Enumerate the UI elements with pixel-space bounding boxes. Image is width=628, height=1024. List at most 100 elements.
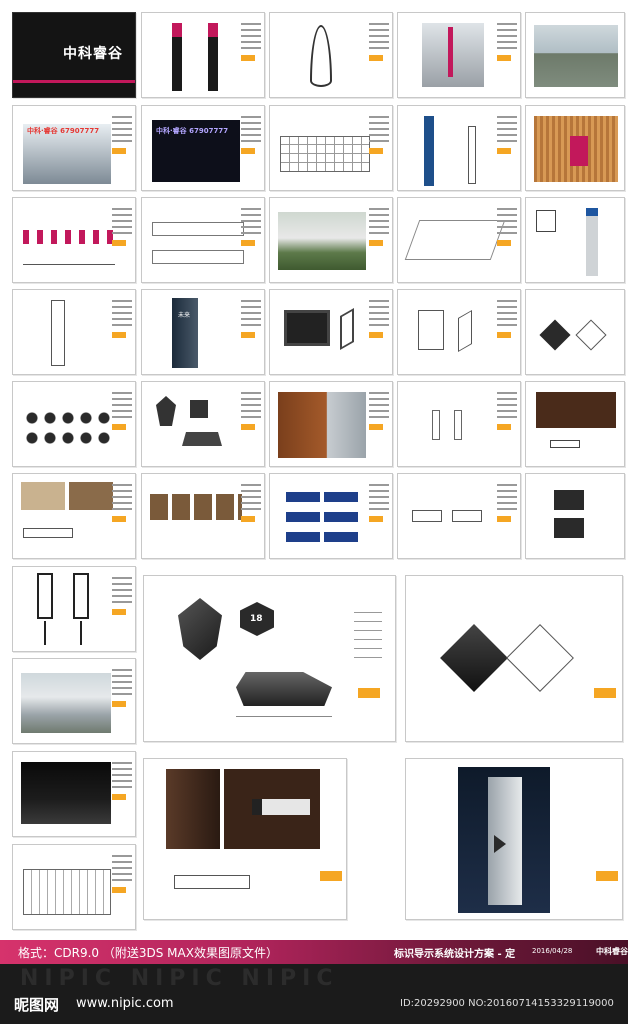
cover-thumbnail[interactable]: 中科睿谷 — [12, 12, 136, 98]
parking-sign-drawing — [536, 210, 556, 232]
spec-sidebar — [369, 208, 389, 272]
spec-sidebar — [369, 116, 389, 180]
spec-sidebar — [369, 484, 389, 548]
dark-plate-2 — [554, 518, 584, 538]
page-thumbnail-pylon-drawing[interactable] — [12, 289, 136, 375]
page-thumbnail-landscape-drawing[interactable] — [397, 197, 521, 283]
plate-set — [150, 494, 242, 520]
page-thumbnail-blue-pylon[interactable] — [397, 105, 521, 191]
bracket-drawing-right — [454, 410, 462, 440]
page-thumbnail-curved-sign[interactable] — [269, 12, 393, 98]
page-thumbnail-door-plate[interactable] — [525, 381, 625, 467]
page-thumbnail-flag-row[interactable] — [12, 197, 136, 283]
page-thumbnail-dark-pylon[interactable]: 未来 — [141, 289, 265, 375]
site-url-link[interactable]: www.nipic.com — [76, 996, 174, 1011]
spec-sidebar — [112, 300, 132, 364]
crystal-sign — [178, 598, 222, 660]
page-thumbnail-grid-drawing[interactable] — [269, 105, 393, 191]
page-thumbnail-dark-plates[interactable] — [525, 473, 625, 559]
page-thumbnail-desk-sign[interactable] — [397, 473, 521, 559]
spec-sidebar — [497, 484, 517, 548]
brand-badge — [594, 688, 616, 698]
page-thumbnail-bracket-drawing[interactable] — [397, 381, 521, 467]
page-thumbnail-easel-board[interactable] — [12, 566, 136, 652]
site-logo[interactable]: 昵图网 — [14, 994, 59, 1015]
page-thumbnail-plate-set[interactable] — [141, 473, 265, 559]
spec-sidebar — [112, 762, 132, 826]
street-photo — [422, 23, 484, 87]
spec-sidebar — [241, 23, 261, 87]
wall-chevron-light — [575, 319, 607, 351]
parking-pylon — [586, 208, 598, 276]
page-large-crystal-signage[interactable]: 18 — [143, 575, 396, 742]
pylon-outline — [51, 300, 65, 366]
page-thumbnail-flag-drawing[interactable] — [141, 197, 265, 283]
storefront-night-sign: 中科·睿谷 67907777 — [156, 127, 229, 135]
page-thumbnail-crystal-sign[interactable] — [141, 381, 265, 467]
tall-pylon — [488, 777, 522, 905]
spec-sidebar — [112, 484, 132, 548]
desk-sign-drawing — [412, 510, 442, 522]
spec-sidebar — [497, 300, 517, 364]
grid-drawing — [280, 136, 370, 172]
page-thumbnail-board-drawing[interactable] — [397, 289, 521, 375]
page-thumbnail-blue-notices[interactable] — [269, 473, 393, 559]
spec-column — [354, 606, 382, 666]
pylon-drawing — [468, 126, 476, 184]
road-photo — [534, 25, 618, 87]
page-thumbnail-totem-poles[interactable] — [141, 12, 265, 98]
page-thumbnail-storefront-night[interactable]: 中科·睿谷 67907777 — [141, 105, 265, 191]
page-thumbnail-road-photo[interactable] — [525, 12, 625, 98]
design-sheet: 中科睿谷 中科·睿谷 67907777 中科·睿谷 67907777 未来 18 — [0, 0, 628, 940]
spec-sidebar — [112, 855, 132, 919]
page-thumbnail-wall-chevron[interactable] — [525, 289, 625, 375]
wall-chevron-outline-large — [506, 624, 574, 692]
page-thumbnail-landscape-sign[interactable] — [269, 197, 393, 283]
page-large-wall-chevron[interactable] — [405, 575, 623, 742]
dark-pylon — [172, 298, 198, 368]
page-thumbnail-lobby[interactable] — [525, 105, 625, 191]
spec-sidebar — [369, 300, 389, 364]
page-thumbnail-street-banners[interactable] — [397, 12, 521, 98]
format-info-band: 格式：CDR9.0 （附送3DS MAX效果图原文件） 标识导示系统设计方案 -… — [0, 940, 628, 964]
page-thumbnail-wall-plate[interactable] — [12, 473, 136, 559]
landscape-photo — [278, 212, 366, 270]
spec-sidebar — [241, 208, 261, 272]
page-thumbnail-building-day[interactable] — [12, 658, 136, 744]
totem-pole-left — [172, 23, 182, 91]
page-large-door-plate[interactable] — [143, 758, 347, 920]
page-thumbnail-display-board[interactable] — [269, 289, 393, 375]
easel-leg — [80, 621, 82, 645]
site-footer: NIPIC NIPIC NIPIC 昵图网 www.nipic.com ID:2… — [0, 964, 628, 1024]
corridor-photo — [166, 769, 220, 849]
wall-plate-drawing — [23, 528, 73, 538]
page-thumbnail-parking-signs[interactable] — [525, 197, 625, 283]
wall-chevron-dark — [539, 319, 571, 351]
page-thumbnail-building-night[interactable] — [12, 751, 136, 837]
elevation-drawing — [23, 869, 111, 915]
storefront-day-sign: 中科·睿谷 67907777 — [27, 127, 100, 135]
image-id-label: ID:20292900 NO:20160714153329119000 — [400, 998, 614, 1009]
plan-title: 标识导示系统设计方案 - 定 — [394, 949, 516, 960]
page-thumbnail-elevation-drawing[interactable] — [12, 844, 136, 930]
door-plate — [550, 440, 580, 448]
spec-sidebar — [112, 392, 132, 456]
crystal-bench-small — [182, 432, 222, 446]
spec-sidebar — [112, 208, 132, 272]
dark-pylon-label: 未来 — [178, 312, 191, 319]
brand-badge — [320, 871, 342, 881]
page-thumbnail-icon-set[interactable] — [12, 381, 136, 467]
page-large-tall-pylon[interactable] — [405, 758, 623, 920]
building-night-photo — [21, 762, 111, 824]
board-drawing — [418, 310, 444, 350]
cover-logo: 中科睿谷 — [63, 46, 123, 62]
plan-date: 2016/04/28 — [532, 947, 573, 955]
crystal-bench — [236, 672, 332, 706]
easel-leg — [44, 621, 46, 645]
spec-sidebar — [497, 116, 517, 180]
page-thumbnail-storefront-day[interactable]: 中科·睿谷 67907777 — [12, 105, 136, 191]
spec-sidebar — [112, 577, 132, 641]
chevron-drawing — [458, 309, 472, 353]
page-thumbnail-wood-wall[interactable] — [269, 381, 393, 467]
brand-badge — [596, 871, 618, 881]
